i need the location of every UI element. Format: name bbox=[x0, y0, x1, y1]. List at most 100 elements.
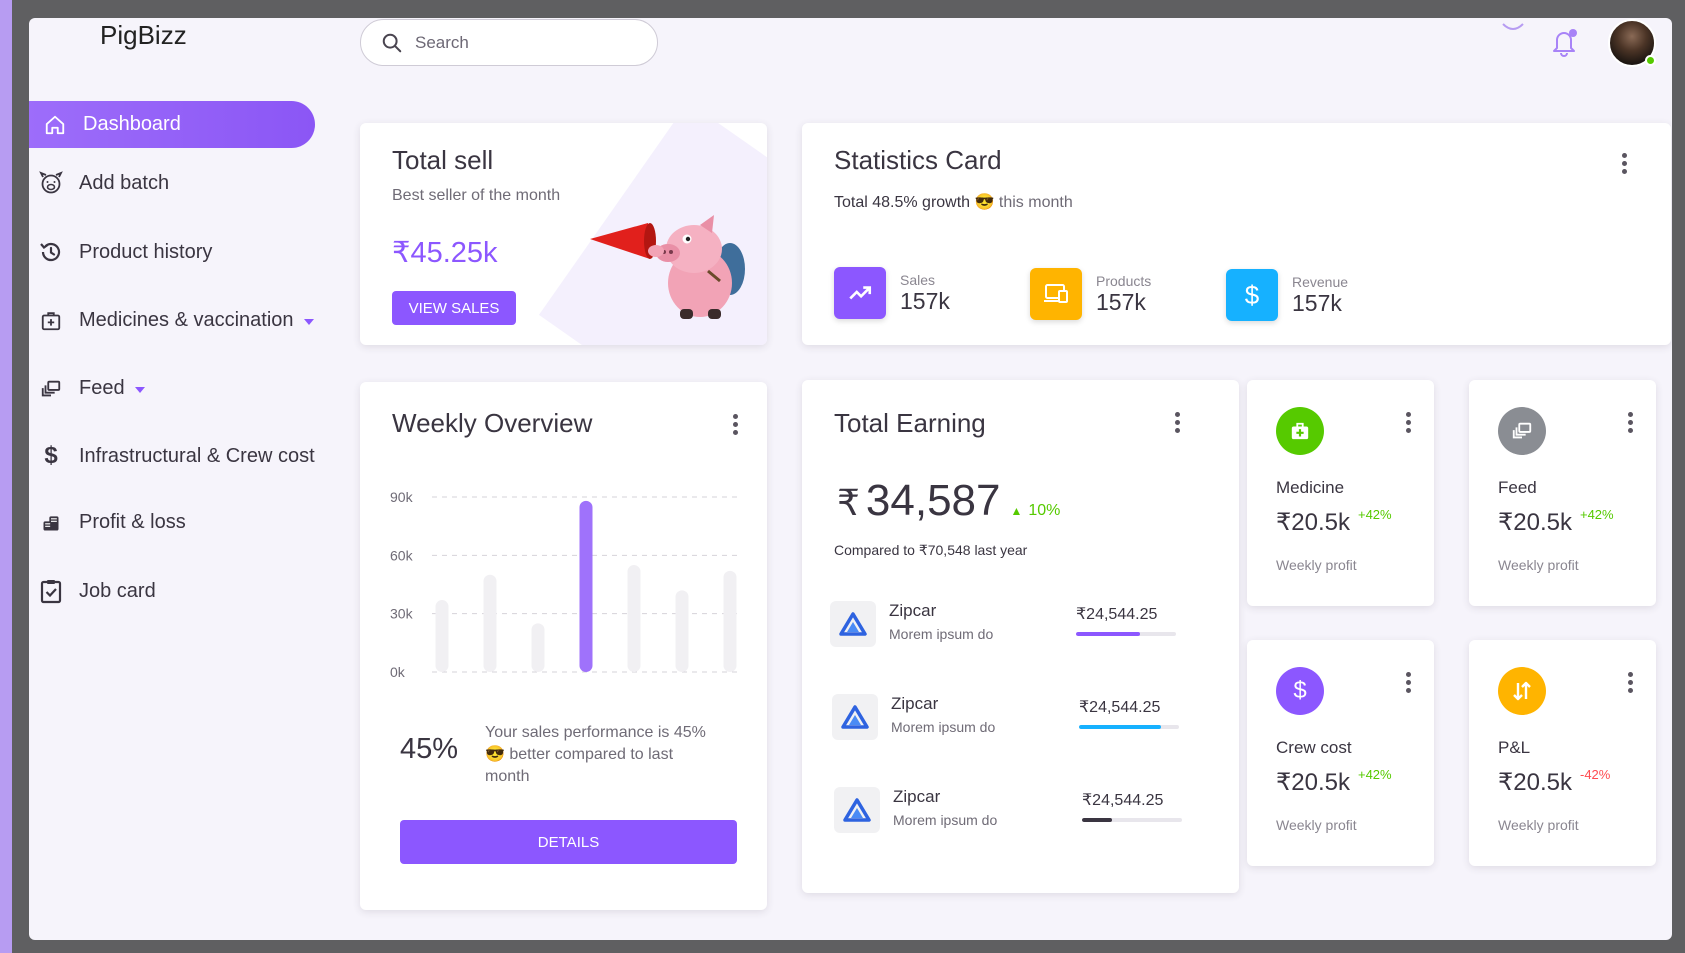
earning-row-value: ₹24,544.25 bbox=[1082, 792, 1164, 809]
window-edge bbox=[0, 0, 12, 953]
more-options-icon[interactable] bbox=[1405, 412, 1411, 433]
brand-logo: PigBizz bbox=[100, 20, 187, 50]
mini-card-title: Medicine bbox=[1276, 478, 1345, 497]
bell-icon[interactable] bbox=[1499, 18, 1527, 37]
mini-card-value-row: ₹20.5k +42% bbox=[1276, 767, 1392, 797]
card-title: Total Earning bbox=[834, 408, 986, 438]
chart-bar[interactable] bbox=[483, 574, 497, 672]
home-icon bbox=[41, 114, 69, 136]
sidebar-item-add-batch[interactable]: Add batch bbox=[37, 171, 169, 195]
statistics-card: Statistics Card Total 48.5% growth 😎 thi… bbox=[802, 123, 1671, 345]
chart-bar[interactable] bbox=[579, 500, 593, 672]
mini-card-value: ₹20.5k bbox=[1276, 769, 1350, 796]
chevron-down-icon[interactable] bbox=[303, 318, 314, 325]
y-tick-label: 0k bbox=[390, 664, 406, 680]
stat-products: Products 157k bbox=[1030, 268, 1151, 320]
chart-bar[interactable] bbox=[675, 590, 689, 672]
chevron-down-icon[interactable] bbox=[134, 386, 145, 393]
chart-bar[interactable] bbox=[531, 623, 545, 672]
total-sell-card: Total sell Best seller of the month ₹45.… bbox=[360, 123, 767, 345]
chart-bar[interactable] bbox=[627, 565, 641, 672]
coins-icon bbox=[37, 513, 65, 533]
total-earning-card: Total Earning ₹ 34,587 ▲ 10% Compared to… bbox=[802, 380, 1239, 893]
weekly-overview-card: Weekly Overview 0k 30k 60k 90k 45% Your sal… bbox=[360, 382, 767, 910]
growth-suffix: this month bbox=[998, 194, 1073, 211]
currency-symbol: ₹ bbox=[837, 482, 860, 523]
mini-card-subtitle: Weekly profit bbox=[1498, 817, 1579, 833]
y-tick-label: 60k bbox=[390, 547, 414, 563]
search-input[interactable] bbox=[415, 32, 615, 53]
mini-card-subtitle: Weekly profit bbox=[1498, 557, 1579, 573]
sidebar-item-product-history[interactable]: Product history bbox=[37, 240, 212, 264]
mini-card-change: -42% bbox=[1579, 767, 1611, 782]
performance-description: Your sales performance is 45% 😎 better c… bbox=[485, 722, 735, 788]
sidebar-item-profit-loss[interactable]: Profit & loss bbox=[37, 511, 186, 534]
earning-row[interactable]: Zipcar Morem ipsum do ₹24,544.25 bbox=[830, 601, 1180, 651]
search-bar[interactable] bbox=[360, 19, 658, 66]
more-options-icon[interactable] bbox=[1627, 672, 1633, 693]
sidebar-item-dashboard[interactable]: Dashboard bbox=[29, 101, 315, 148]
medicine-card: Medicine ₹20.5k +42% Weekly profit bbox=[1247, 380, 1434, 606]
clipboard-check-icon bbox=[37, 578, 65, 604]
card-title: Weekly Overview bbox=[392, 408, 593, 438]
earning-progress bbox=[1082, 818, 1182, 822]
stat-value: 157k bbox=[900, 287, 950, 314]
notification-bell-icon[interactable] bbox=[1549, 26, 1579, 63]
weekly-bar-chart: 0k 30k 60k 90k bbox=[390, 489, 740, 680]
earning-progress bbox=[1079, 725, 1179, 729]
earning-row-name: Zipcar bbox=[891, 694, 939, 713]
zipcar-logo-icon bbox=[832, 694, 878, 740]
mini-card-value-row: ₹20.5k +42% bbox=[1498, 507, 1614, 537]
feed-icon bbox=[1498, 407, 1546, 455]
sidebar-item-infrastructural[interactable]: $ Infrastructural & Crew cost bbox=[37, 442, 315, 470]
stat-value: 157k bbox=[1096, 288, 1146, 315]
dollar-icon: $ bbox=[44, 442, 58, 469]
card-title: Total sell bbox=[392, 145, 494, 175]
feed-icon bbox=[37, 378, 65, 400]
sidebar-item-label: Infrastructural & Crew cost bbox=[79, 444, 315, 467]
history-icon bbox=[37, 240, 65, 264]
mini-card-change: +42% bbox=[1357, 767, 1392, 782]
sidebar-item-label: Product history bbox=[79, 240, 213, 263]
search-icon bbox=[382, 33, 402, 52]
mini-card-subtitle: Weekly profit bbox=[1276, 817, 1357, 833]
earning-row[interactable]: Zipcar Morem ipsum do ₹24,544.25 bbox=[832, 694, 1182, 744]
more-options-icon[interactable] bbox=[732, 414, 738, 435]
earning-row-sub: Morem ipsum do bbox=[891, 719, 996, 735]
more-options-icon[interactable] bbox=[1405, 672, 1411, 693]
y-tick-label: 30k bbox=[390, 606, 414, 622]
sidebar-item-label: Feed bbox=[79, 377, 125, 399]
sidebar-item-feed[interactable]: Feed bbox=[37, 377, 145, 400]
more-options-icon[interactable] bbox=[1627, 412, 1633, 433]
chart-bar[interactable] bbox=[723, 570, 737, 672]
stat-label: Sales bbox=[900, 271, 936, 288]
mini-card-value-row: ₹20.5k -42% bbox=[1498, 767, 1611, 797]
y-tick-label: 90k bbox=[390, 489, 414, 505]
more-options-icon[interactable] bbox=[1621, 153, 1627, 174]
online-status-dot bbox=[1645, 55, 1656, 66]
dollar-icon: $ bbox=[1226, 269, 1278, 321]
chart-bar[interactable] bbox=[435, 600, 449, 672]
stat-label: Products bbox=[1096, 272, 1152, 289]
stat-value: 157k bbox=[1292, 289, 1342, 316]
sidebar-item-job-card[interactable]: Job card bbox=[37, 578, 156, 604]
pnl-card: P&L ₹20.5k -42% Weekly profit bbox=[1469, 640, 1656, 866]
sidebar-item-label: Dashboard bbox=[83, 113, 181, 135]
stat-sales: Sales 157k bbox=[834, 267, 950, 319]
dollar-icon: $ bbox=[1276, 667, 1324, 715]
feed-card: Feed ₹20.5k +42% Weekly profit bbox=[1469, 380, 1656, 606]
app-window: PigBizz Dashboard Add batch Product hist… bbox=[29, 18, 1672, 940]
sidebar-item-label: Profit & loss bbox=[79, 511, 186, 533]
medical-bag-icon bbox=[1276, 407, 1324, 455]
zipcar-logo-icon bbox=[834, 787, 880, 833]
mini-card-value: ₹20.5k bbox=[1498, 769, 1572, 796]
mini-card-value: ₹20.5k bbox=[1498, 509, 1572, 536]
details-button[interactable]: DETAILS bbox=[400, 820, 737, 864]
more-options-icon[interactable] bbox=[1174, 412, 1180, 433]
earning-change: 10% bbox=[1028, 502, 1061, 519]
description-line: month bbox=[485, 768, 530, 785]
sidebar-item-medicines[interactable]: Medicines & vaccination bbox=[37, 309, 314, 332]
earning-row[interactable]: Zipcar Morem ipsum do ₹24,544.25 bbox=[834, 787, 1184, 837]
view-sales-button[interactable]: VIEW SALES bbox=[392, 291, 516, 325]
card-title: Statistics Card bbox=[834, 145, 1002, 175]
